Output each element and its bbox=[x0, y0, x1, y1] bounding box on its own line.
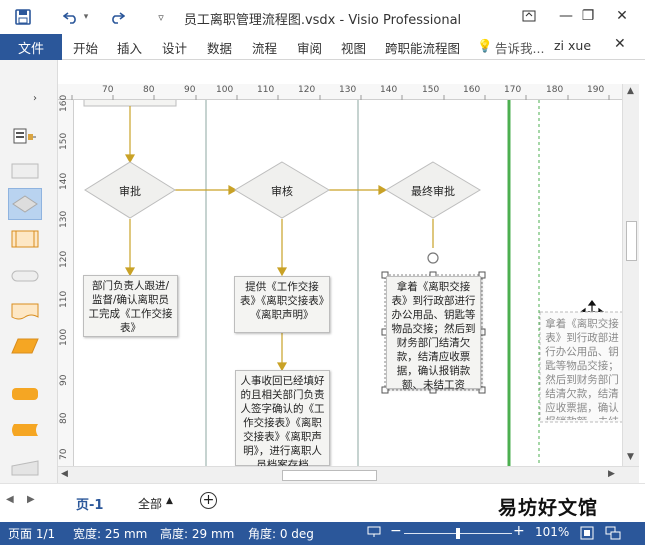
tab-review[interactable]: 审阅 bbox=[297, 38, 322, 57]
expand-panel-icon[interactable]: › bbox=[33, 93, 37, 104]
status-width: 宽度: 25 mm bbox=[73, 527, 148, 541]
zoom-in-icon[interactable]: + bbox=[513, 523, 525, 539]
document-shape-icon[interactable] bbox=[8, 295, 42, 327]
horizontal-scroll-thumb[interactable] bbox=[282, 470, 377, 481]
ruler-tick: 190 bbox=[587, 85, 605, 95]
ruler-tick: 90 bbox=[184, 85, 196, 95]
ruler-tick: 90 bbox=[59, 374, 69, 386]
tab-insert[interactable]: 插入 bbox=[117, 38, 142, 57]
decision-approve[interactable]: 审批 bbox=[100, 183, 160, 199]
add-page-button[interactable]: + bbox=[200, 492, 217, 509]
ruler-tick: 100 bbox=[216, 85, 234, 95]
ruler-tick: 80 bbox=[59, 412, 69, 424]
ghost-drag-preview: 拿着《离职交接表》到行政部进行办公用品、钥匙等物品交接；然后到财务部门结清欠款，… bbox=[545, 318, 619, 420]
close-button[interactable]: ✕ bbox=[604, 4, 640, 28]
fit-page-icon[interactable] bbox=[580, 526, 594, 543]
zoom-slider-thumb[interactable] bbox=[456, 528, 460, 539]
subprocess-shape-icon[interactable] bbox=[8, 223, 42, 255]
tab-data[interactable]: 数据 bbox=[207, 38, 232, 57]
process-shape-icon[interactable] bbox=[8, 155, 42, 187]
shapes-panel: › bbox=[0, 60, 58, 522]
vertical-ruler: 160 150 140 130 120 110 100 90 80 70 bbox=[58, 95, 74, 466]
ruler-tick: 70 bbox=[102, 85, 114, 95]
watermark: 易坊好文馆 bbox=[498, 493, 599, 520]
ruler-tick: 110 bbox=[59, 290, 69, 308]
ruler-tick: 170 bbox=[504, 85, 522, 95]
page-tabs-bar: ◀ ▶ 页-1 全部 ▲ + 易坊好文馆 bbox=[0, 483, 645, 522]
ribbon-tabs: 文件 开始 插入 设计 数据 流程 审阅 视图 跨职能流程图 💡 告诉我... … bbox=[0, 34, 645, 60]
scroll-down-icon[interactable]: ▼ bbox=[627, 452, 634, 462]
terminator-shape-icon[interactable] bbox=[8, 260, 42, 292]
zoom-level[interactable]: 101% bbox=[535, 525, 569, 539]
horizontal-scrollbar[interactable]: ◀ ▶ bbox=[58, 466, 639, 483]
ruler-tick: 140 bbox=[380, 85, 398, 95]
status-height: 高度: 29 mm bbox=[160, 527, 235, 541]
vertical-scroll-thumb[interactable] bbox=[626, 221, 637, 261]
database-shape-icon[interactable] bbox=[8, 378, 42, 410]
tab-process[interactable]: 流程 bbox=[252, 38, 277, 57]
decision-final-approval[interactable]: 最终审批 bbox=[398, 183, 468, 199]
all-pages-dropdown-icon[interactable]: ▲ bbox=[166, 496, 173, 506]
tab-page-1[interactable]: 页-1 bbox=[76, 494, 103, 513]
ruler-tick: 110 bbox=[257, 85, 275, 95]
process-hr-archive[interactable]: 人事收回已经填好的且相关部门负责人签字确认的《工作交接表》《离职交接表》《离职声… bbox=[235, 370, 330, 466]
tell-me-icon[interactable]: 💡 bbox=[477, 38, 493, 54]
data-shape-icon[interactable] bbox=[8, 330, 42, 362]
tab-design[interactable]: 设计 bbox=[162, 38, 187, 57]
manual-input-shape-icon[interactable] bbox=[8, 452, 42, 484]
page-nav-right-icon[interactable]: ▶ bbox=[27, 494, 35, 505]
ruler-tick: 150 bbox=[59, 132, 69, 150]
tab-view[interactable]: 视图 bbox=[341, 38, 366, 57]
decision-review[interactable]: 审核 bbox=[252, 183, 312, 199]
close-ribbon-icon[interactable]: ✕ bbox=[614, 36, 626, 52]
tab-cross-functional[interactable]: 跨职能流程图 bbox=[385, 38, 460, 57]
presentation-mode-icon[interactable] bbox=[367, 526, 381, 541]
ruler-tick: 150 bbox=[422, 85, 440, 95]
process-manager-followup[interactable]: 部门负责人跟进/监督/确认离职员工完成《工作交接表》 bbox=[83, 275, 178, 337]
ruler-tick: 120 bbox=[298, 85, 316, 95]
status-page[interactable]: 页面 1/1 bbox=[8, 525, 55, 542]
scroll-up-icon[interactable]: ▲ bbox=[627, 86, 634, 96]
all-pages-button[interactable]: 全部 bbox=[138, 495, 162, 512]
status-bar: 页面 1/1 宽度: 25 mm 高度: 29 mm 角度: 0 deg − +… bbox=[0, 522, 645, 545]
external-data-shape-icon[interactable] bbox=[8, 414, 42, 446]
user-name[interactable]: zi xue bbox=[554, 38, 591, 53]
ribbon-display-icon[interactable] bbox=[511, 4, 547, 28]
decision-shape-icon[interactable] bbox=[8, 188, 42, 220]
restore-button[interactable]: ❐ bbox=[570, 4, 606, 28]
switch-windows-icon[interactable] bbox=[605, 526, 621, 543]
ruler-tick: 130 bbox=[339, 85, 357, 95]
process-handover-settlement[interactable]: 拿着《离职交接表》到行政部进行办公用品、钥匙等物品交接；然后到财务部门结清欠款，… bbox=[386, 276, 481, 391]
tell-me-box[interactable]: 告诉我... bbox=[495, 38, 544, 57]
zoom-out-icon[interactable]: − bbox=[390, 523, 402, 539]
title-bar: ▾ ▿ 员工离职管理流程图.vsdx - Visio Professional … bbox=[0, 0, 645, 34]
tab-home[interactable]: 开始 bbox=[73, 38, 98, 57]
ruler-tick: 100 bbox=[59, 328, 69, 346]
ruler-tick: 70 bbox=[59, 448, 69, 460]
stencil-menu-icon[interactable] bbox=[8, 120, 42, 152]
drawing-canvas[interactable]: 审批 审核 最终审批 部门负责人跟进/监督/确认离职员工完成《工作交接表》 提供… bbox=[74, 100, 622, 466]
ruler-tick: 140 bbox=[59, 172, 69, 190]
vertical-scrollbar[interactable]: ▲ ▼ bbox=[622, 84, 639, 466]
ruler-tick: 160 bbox=[59, 94, 69, 112]
ruler-tick: 120 bbox=[59, 250, 69, 268]
horizontal-ruler: 70 80 90 100 110 120 130 140 150 160 170… bbox=[58, 84, 622, 100]
ruler-tick: 180 bbox=[546, 85, 564, 95]
process-provide-forms[interactable]: 提供《工作交接表》《离职交接表》《离职声明》 bbox=[234, 276, 330, 333]
ruler-tick: 130 bbox=[59, 210, 69, 228]
scroll-left-icon[interactable]: ◀ bbox=[61, 469, 68, 479]
ruler-tick: 80 bbox=[143, 85, 155, 95]
scroll-right-icon[interactable]: ▶ bbox=[608, 469, 615, 479]
page-nav-left-icon[interactable]: ◀ bbox=[6, 494, 14, 505]
status-angle: 角度: 0 deg bbox=[248, 527, 314, 541]
tab-file[interactable]: 文件 bbox=[0, 34, 62, 60]
ruler-tick: 160 bbox=[463, 85, 481, 95]
